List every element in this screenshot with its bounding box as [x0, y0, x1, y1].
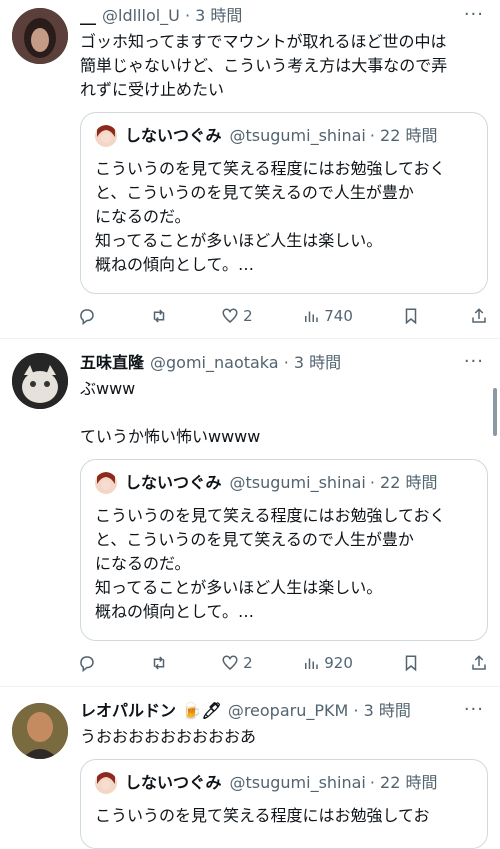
- quote-tweet[interactable]: しないつぐみ @tsugumi_shinai · 22 時間 こういうのを見て笑…: [80, 459, 488, 641]
- avatar[interactable]: [12, 353, 68, 409]
- quote-display-name: しないつぐみ: [125, 773, 222, 792]
- quote-timestamp: · 22 時間: [369, 473, 438, 492]
- tweet-header: __ @ldlllol_U · 3 時間: [80, 6, 460, 26]
- tweet-text: うおおおおおおおおおあ: [80, 727, 257, 746]
- reply-button[interactable]: [78, 654, 100, 672]
- share-button[interactable]: [470, 654, 488, 672]
- more-icon[interactable]: ···: [464, 351, 484, 372]
- quote-header: しないつぐみ @tsugumi_shinai · 22 時間: [95, 472, 473, 494]
- username[interactable]: @reoparu_PKM: [228, 701, 348, 720]
- quote-timestamp: · 22 時間: [369, 773, 438, 792]
- share-icon: [472, 655, 486, 670]
- quote-text: こういうのを見て笑える程度にはお勉強しておく と、こういうのを見て笑えるので人生…: [95, 506, 446, 621]
- quote-avatar: [95, 472, 117, 494]
- avatar-image: [12, 353, 68, 409]
- more-icon[interactable]: ···: [464, 4, 484, 25]
- repost-icon: [153, 309, 164, 323]
- quote-header: しないつぐみ @tsugumi_shinai · 22 時間: [95, 125, 473, 147]
- quote-display-name: しないつぐみ: [125, 126, 222, 145]
- avatar[interactable]: [12, 703, 68, 759]
- share-button[interactable]: [470, 307, 488, 325]
- timestamp[interactable]: · 3 時間: [284, 353, 341, 372]
- views-count: 920: [324, 654, 353, 672]
- repost-button[interactable]: [150, 307, 172, 325]
- quote-timestamp: · 22 時間: [369, 126, 438, 145]
- avatar-image: [12, 703, 68, 759]
- bookmark-button[interactable]: [402, 654, 420, 672]
- quote-username: @tsugumi_shinai: [229, 126, 366, 145]
- reply-button[interactable]: [78, 307, 100, 325]
- tweet[interactable]: レオパルドン 🍺🖊 @reoparu_PKM · 3 時間 ··· うおおおおおお…: [0, 687, 500, 849]
- tweet-text: ぶwww ていうか怖い怖いwwww: [80, 379, 261, 446]
- tweet-text: ゴッホ知ってますでマウントが取れるほど世の中は 簡単じゃないけど、こういう考え方…: [80, 32, 448, 99]
- like-count: 2: [243, 307, 253, 325]
- username[interactable]: @gomi_naotaka: [150, 353, 279, 372]
- quote-text: こういうのを見て笑える程度にはお勉強しておく と、こういうのを見て笑えるので人生…: [95, 159, 446, 274]
- tweet-header: 五味直隆 @gomi_naotaka · 3 時間: [80, 353, 460, 373]
- tweet-actions: 2 920: [78, 651, 488, 675]
- quote-username: @tsugumi_shinai: [229, 473, 366, 492]
- heart-icon: [222, 308, 238, 323]
- bookmark-button[interactable]: [402, 307, 420, 325]
- quote-username: @tsugumi_shinai: [229, 773, 366, 792]
- like-count: 2: [243, 654, 253, 672]
- tweet[interactable]: __ @ldlllol_U · 3 時間 ··· ゴッホ知ってますでマウントが取れ…: [0, 0, 500, 339]
- quote-avatar: [95, 772, 117, 794]
- timestamp[interactable]: · 3 時間: [185, 6, 242, 25]
- quote-header: しないつぐみ @tsugumi_shinai · 22 時間: [95, 772, 473, 794]
- bookmark-icon: [406, 655, 417, 672]
- repost-icon: [153, 656, 164, 670]
- like-button[interactable]: 2: [221, 307, 253, 325]
- views-count: 740: [324, 307, 353, 325]
- reply-icon: [80, 309, 94, 325]
- tweet-header: レオパルドン 🍺🖊 @reoparu_PKM · 3 時間: [80, 701, 460, 721]
- avatar[interactable]: [12, 8, 68, 64]
- display-name[interactable]: __: [80, 6, 96, 25]
- quote-tweet[interactable]: しないつぐみ @tsugumi_shinai · 22 時間 こういうのを見て笑…: [80, 759, 488, 849]
- repost-button[interactable]: [150, 654, 172, 672]
- tweet[interactable]: 五味直隆 @gomi_naotaka · 3 時間 ··· ぶwww ていうか怖い…: [0, 339, 500, 687]
- scrollbar[interactable]: [493, 388, 497, 436]
- bookmark-icon: [406, 308, 417, 325]
- avatar-image: [12, 8, 68, 64]
- timestamp[interactable]: · 3 時間: [353, 701, 410, 720]
- quote-text: こういうのを見て笑える程度にはお勉強してお: [95, 806, 430, 825]
- quote-display-name: しないつぐみ: [125, 473, 222, 492]
- username[interactable]: @ldlllol_U: [102, 6, 180, 25]
- analytics-icon: [305, 658, 318, 669]
- views-button[interactable]: 740: [302, 307, 353, 325]
- views-button[interactable]: 920: [302, 654, 353, 672]
- display-name[interactable]: 五味直隆: [80, 353, 144, 372]
- analytics-icon: [305, 311, 318, 322]
- more-icon[interactable]: ···: [464, 699, 484, 720]
- like-button[interactable]: 2: [221, 654, 253, 672]
- share-icon: [472, 308, 486, 323]
- quote-avatar: [95, 125, 117, 147]
- quote-tweet[interactable]: しないつぐみ @tsugumi_shinai · 22 時間 こういうのを見て笑…: [80, 112, 488, 294]
- heart-icon: [222, 655, 238, 670]
- reply-icon: [80, 656, 94, 672]
- tweet-actions: 2 740: [78, 304, 488, 328]
- display-name[interactable]: レオパルドン 🍺🖊: [80, 701, 222, 720]
